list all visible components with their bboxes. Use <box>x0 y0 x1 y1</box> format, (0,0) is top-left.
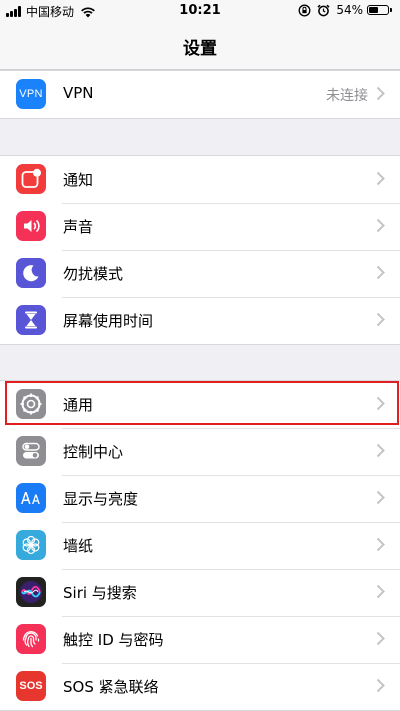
settings-row-siri-search[interactable]: Siri 与搜索 <box>0 569 400 616</box>
chevron-right-icon <box>376 490 385 505</box>
hourglass-icon <box>16 305 46 335</box>
gear-icon <box>16 389 46 419</box>
settings-row-label: 显示与亮度 <box>63 490 139 508</box>
fingerprint-icon <box>16 624 46 654</box>
settings-row-vpn[interactable]: VPN VPN 未连接 <box>0 71 400 118</box>
chevron-right-icon <box>376 86 385 101</box>
settings-group-general: 通用 控制中心 显示与亮度 墙纸 Siri 与搜索 触控 ID 与密码 SOS … <box>0 380 400 711</box>
settings-row-label: 通知 <box>63 171 94 189</box>
navigation-bar: 设置 <box>0 22 400 70</box>
settings-row-label: 控制中心 <box>63 443 124 461</box>
chevron-right-icon <box>376 265 385 280</box>
chevron-right-icon <box>376 218 385 233</box>
settings-group-vpn: VPN VPN 未连接 <box>0 70 400 119</box>
battery-icon <box>367 5 392 15</box>
chevron-right-icon <box>376 312 385 327</box>
display-brightness-icon <box>16 483 46 513</box>
battery-percent: 54% <box>336 3 363 17</box>
chevron-right-icon <box>376 396 385 411</box>
settings-row-label: 勿扰模式 <box>63 265 124 283</box>
settings-row-display-brightness[interactable]: 显示与亮度 <box>0 475 400 522</box>
settings-row-label: Siri 与搜索 <box>63 584 137 602</box>
settings-row-do-not-disturb[interactable]: 勿扰模式 <box>0 250 400 297</box>
sound-icon <box>16 211 46 241</box>
status-right: 54% <box>298 3 392 17</box>
settings-row-wallpaper[interactable]: 墙纸 <box>0 522 400 569</box>
vpn-status-value: 未连接 <box>326 88 368 104</box>
sos-icon: SOS <box>16 671 46 701</box>
chevron-right-icon <box>376 171 385 186</box>
settings-row-touch-id-passcode[interactable]: 触控 ID 与密码 <box>0 616 400 663</box>
siri-icon <box>16 577 46 607</box>
settings-row-screen-time[interactable]: 屏幕使用时间 <box>0 297 400 344</box>
page-title: 设置 <box>183 39 217 59</box>
chevron-right-icon <box>376 443 385 458</box>
settings-row-label: 墙纸 <box>63 537 94 555</box>
settings-row-emergency-sos[interactable]: SOS SOS 紧急联络 <box>0 663 400 710</box>
settings-row-label: 触控 ID 与密码 <box>63 631 164 649</box>
wallpaper-flower-icon <box>16 530 46 560</box>
settings-row-label: 声音 <box>63 218 94 236</box>
settings-group-notifications: 通知 声音 勿扰模式 屏幕使用时间 <box>0 155 400 345</box>
chevron-right-icon <box>376 678 385 693</box>
settings-row-label: 通用 <box>63 396 94 414</box>
settings-row-notifications[interactable]: 通知 <box>0 156 400 203</box>
settings-row-label: SOS 紧急联络 <box>63 678 159 696</box>
status-bar: 中国移动 10:21 54% <box>0 0 400 22</box>
chevron-right-icon <box>376 537 385 552</box>
settings-row-general[interactable]: 通用 <box>0 381 400 428</box>
vpn-icon: VPN <box>16 79 46 109</box>
settings-row-sound[interactable]: 声音 <box>0 203 400 250</box>
chevron-right-icon <box>376 631 385 646</box>
alarm-icon <box>317 4 330 16</box>
settings-row-label: 屏幕使用时间 <box>63 312 154 330</box>
notifications-icon <box>16 164 46 194</box>
settings-row-control-center[interactable]: 控制中心 <box>0 428 400 475</box>
moon-icon <box>16 258 46 288</box>
orientation-lock-icon <box>298 4 311 16</box>
chevron-right-icon <box>376 584 385 599</box>
toggles-icon <box>16 436 46 466</box>
settings-row-label: VPN <box>63 84 94 102</box>
